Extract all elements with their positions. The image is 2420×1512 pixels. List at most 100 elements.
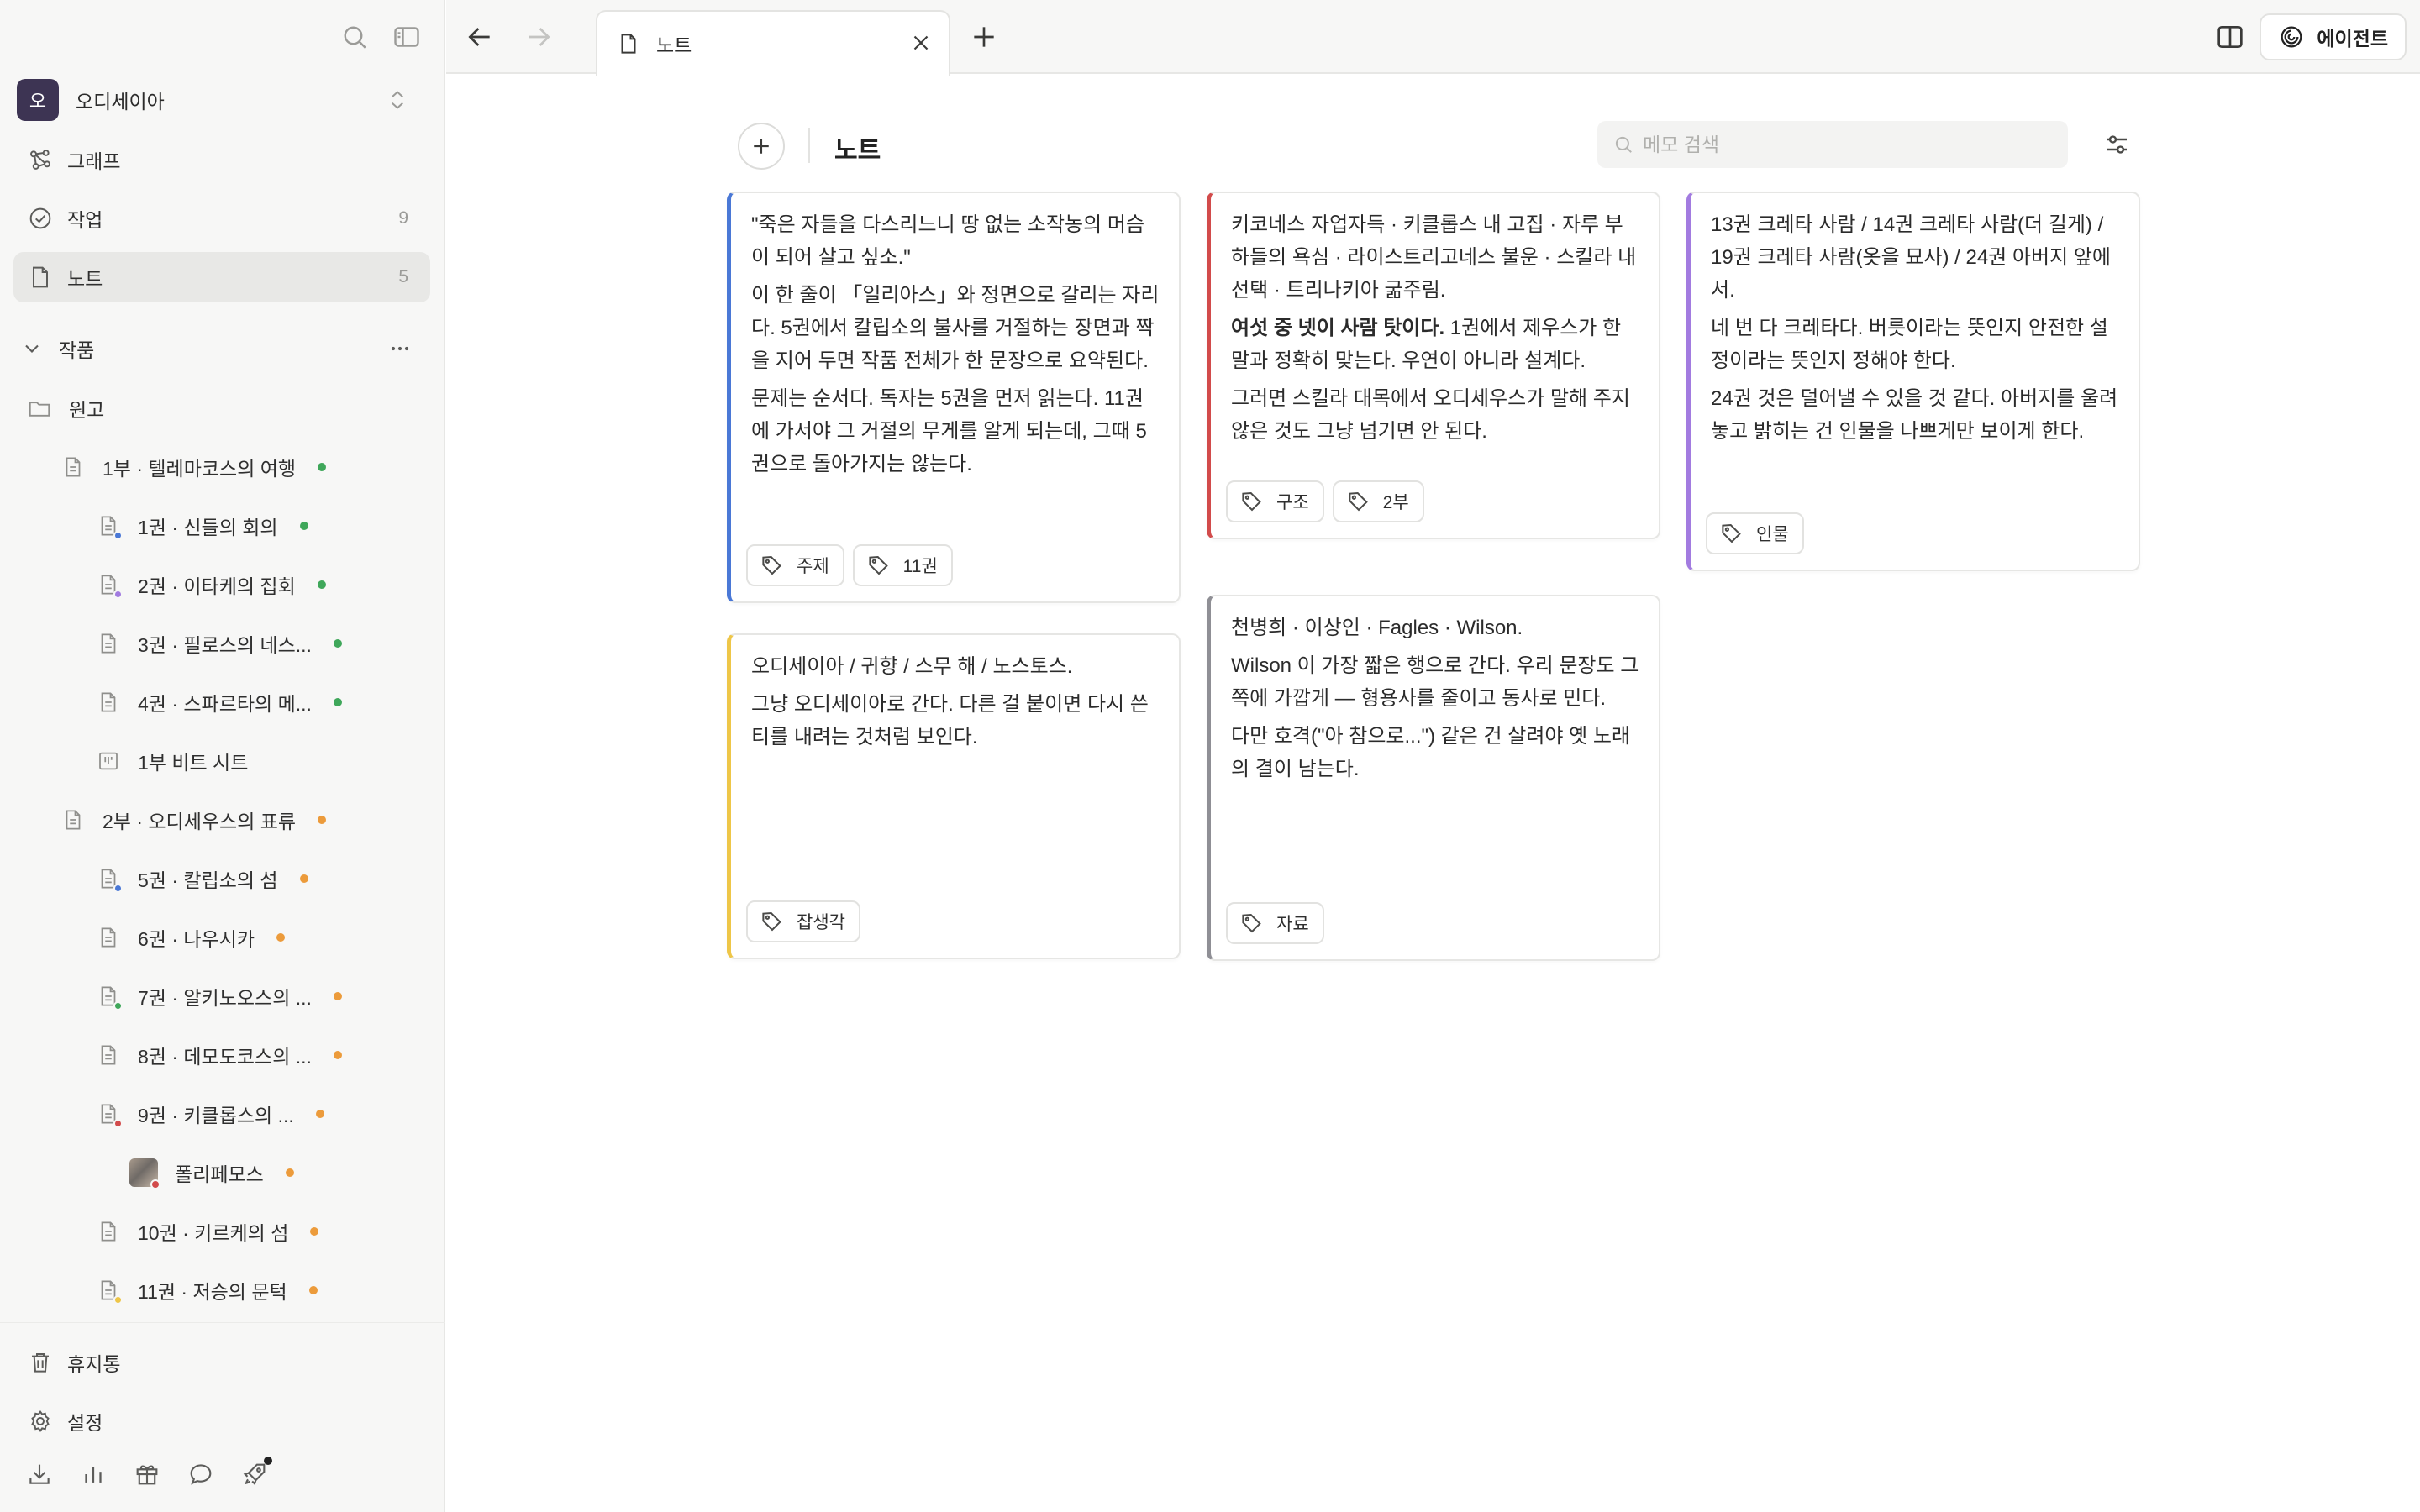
- chevron-down-icon[interactable]: [20, 337, 44, 360]
- document-icon: [96, 631, 121, 656]
- workspace-name: 오디세이아: [76, 91, 165, 113]
- new-tab-plus-icon[interactable]: [967, 20, 1001, 54]
- tree-item-book6[interactable]: 6권 · 나우시카: [96, 914, 286, 961]
- rocket-icon[interactable]: [240, 1457, 272, 1488]
- sidebar-item-count: 5: [398, 267, 408, 286]
- tag-icon: [760, 909, 785, 934]
- forward-arrow-icon[interactable]: [522, 20, 555, 54]
- note-card[interactable]: 오디세이아 / 귀향 / 스무 해 / 노스토스. 그냥 오디세이아로 간다. …: [727, 633, 1181, 959]
- tree-item-label: 원고: [69, 399, 105, 421]
- note-paragraph: 그냥 오디세이아로 간다. 다른 걸 붙이면 다시 쓴 티를 내려는 것처럼 보…: [751, 693, 1149, 748]
- tag-icon: [1346, 489, 1371, 514]
- search-input[interactable]: [1643, 133, 2046, 156]
- tag-chip[interactable]: 주제: [746, 544, 844, 586]
- bar-chart-icon[interactable]: [79, 1460, 108, 1488]
- note-card[interactable]: 13권 크레타 사람 / 14권 크레타 사람(더 길게) / 19권 크레타 …: [1686, 192, 2140, 571]
- section-label: 작품: [59, 339, 95, 361]
- tree-item-polyphemus[interactable]: 폴리페모스: [129, 1149, 294, 1196]
- document-icon: [96, 1278, 123, 1305]
- tree-item-label: 3권 · 필로스의 네스...: [138, 634, 312, 656]
- tree-item-label: 6권 · 나우시카: [138, 928, 255, 950]
- status-dot: [333, 698, 342, 706]
- add-note-button[interactable]: [738, 123, 785, 170]
- tree-item-book10[interactable]: 10권 · 키르케의 섬: [96, 1208, 319, 1255]
- tag-list: 잡생각: [746, 900, 860, 942]
- tree-item-part1[interactable]: 1부 · 텔레마코스의 여행: [60, 444, 327, 491]
- tree-item-beat-sheet[interactable]: 1부 비트 시트: [96, 738, 248, 785]
- status-dot: [299, 522, 308, 530]
- tree-folder-manuscript[interactable]: 원고: [27, 385, 104, 432]
- note-paragraph: 24권 것은 덜어낼 수 있을 것 같다. 아버지를 울려 놓고 밝히는 건 인…: [1711, 387, 2118, 443]
- note-paragraph: 네 번 다 크레타다. 버릇이라는 뜻인지 안전한 설정이라는 뜻인지 정해야 …: [1711, 317, 2108, 372]
- sidebar-toggle-icon[interactable]: [392, 22, 422, 52]
- chevron-up-down-icon: [385, 87, 410, 113]
- workspace-switcher[interactable]: 오 오디세이아: [17, 77, 429, 123]
- tag-chip[interactable]: 구조: [1226, 480, 1324, 522]
- agent-button-label: 에이전트: [2317, 28, 2388, 50]
- agent-button[interactable]: 에이전트: [2260, 13, 2407, 60]
- status-dot: [276, 933, 286, 942]
- tree-item-label: 9권 · 키클롭스의 ...: [138, 1105, 294, 1126]
- sidebar-item-notes[interactable]: 노트 5: [13, 252, 430, 302]
- sidebar-item-trash[interactable]: 휴지통: [13, 1339, 430, 1386]
- tree-item-book3[interactable]: 3권 · 필로스의 네스...: [96, 620, 342, 667]
- trash-icon: [27, 1349, 54, 1376]
- close-icon[interactable]: [908, 30, 934, 55]
- tag-list: 구조 2부: [1226, 480, 1424, 522]
- gift-icon[interactable]: [133, 1460, 161, 1488]
- document-icon: [60, 454, 86, 480]
- chat-icon[interactable]: [187, 1460, 215, 1488]
- more-icon[interactable]: [387, 335, 413, 362]
- tree-item-book2[interactable]: 2권 · 이타케의 집회: [96, 561, 326, 608]
- tag-label: 구조: [1276, 493, 1309, 512]
- sidebar-item-tasks[interactable]: 작업 9: [13, 193, 430, 244]
- title-divider: [808, 128, 810, 163]
- tag-label: 인물: [1756, 525, 1789, 544]
- note-paragraph: "죽은 자들을 다스리느니 땅 없는 소작농의 머슴이 되어 살고 싶소.": [751, 213, 1145, 269]
- sidebar-item-graph[interactable]: 그래프: [13, 134, 430, 185]
- tree-item-part2[interactable]: 2부 · 오디세우스의 표류: [60, 796, 327, 843]
- note-card[interactable]: 천병희 · 이상인 · Fagles · Wilson. Wilson 이 가장…: [1207, 595, 1660, 961]
- note-search[interactable]: [1597, 121, 2068, 168]
- tab-notes[interactable]: 노트: [596, 10, 950, 76]
- tree-item-label: 1부 비트 시트: [138, 752, 249, 774]
- note-paragraph: 오디세이아 / 귀향 / 스무 해 / 노스토스.: [751, 655, 1073, 678]
- tree-item-book8[interactable]: 8권 · 데모도코스의 ...: [96, 1032, 342, 1079]
- section-works-header[interactable]: 작품: [13, 328, 430, 370]
- tree-item-book9[interactable]: 9권 · 키클롭스의 ...: [96, 1090, 324, 1137]
- back-arrow-icon[interactable]: [463, 20, 497, 54]
- search-icon[interactable]: [339, 22, 370, 52]
- search-icon: [1612, 134, 1634, 155]
- status-dot: [315, 1110, 324, 1118]
- note-paragraph: 다만 호격("아 참으로...") 같은 건 살려야 옛 노래의 결이 남는다.: [1231, 725, 1631, 780]
- tree-item-book1[interactable]: 1권 · 신들의 회의: [96, 502, 308, 549]
- tag-label: 자료: [1276, 915, 1309, 934]
- note-paragraph: 여섯 중 넷이 사람 탓이다. 1권에서 제우스가 한 말과 정확히 맞는다. …: [1231, 312, 1640, 377]
- document-icon: [60, 807, 86, 832]
- note-paragraph: 문제는 순서다. 독자는 5권을 먼저 읽는다. 11권에 가서야 그 거절의 …: [751, 387, 1147, 475]
- tag-chip[interactable]: 인물: [1706, 512, 1804, 554]
- status-dot: [333, 992, 342, 1000]
- tree-item-label: 7권 · 알키노오스의 ...: [138, 987, 312, 1009]
- tree-item-book4[interactable]: 4권 · 스파르타의 메...: [96, 679, 342, 726]
- sidebar-item-settings[interactable]: 설정: [13, 1398, 430, 1445]
- note-card[interactable]: "죽은 자들을 다스리느니 땅 없는 소작농의 머슴이 되어 살고 싶소." 이…: [727, 192, 1181, 603]
- tree-item-label: 1권 · 신들의 회의: [138, 517, 278, 538]
- tree-item-book11[interactable]: 11권 · 저승의 문턱: [96, 1267, 318, 1314]
- tree-item-book7[interactable]: 7권 · 알키노오스의 ...: [96, 973, 342, 1020]
- tag-chip[interactable]: 2부: [1332, 480, 1424, 522]
- notification-dot: [264, 1457, 272, 1465]
- document-icon: [616, 31, 641, 56]
- agent-spiral-icon: [2278, 24, 2305, 50]
- tag-label: 잡생각: [797, 913, 845, 932]
- tag-chip[interactable]: 자료: [1226, 902, 1324, 944]
- note-card[interactable]: 키코네스 자업자득 · 키클롭스 내 고집 · 자루 부하들의 욕심 · 라이스…: [1207, 192, 1660, 539]
- tree-item-book5[interactable]: 5권 · 칼립소의 섬: [96, 855, 308, 902]
- split-view-icon[interactable]: [2213, 20, 2247, 54]
- tag-chip[interactable]: 잡생각: [746, 900, 860, 942]
- filter-sliders-icon[interactable]: [2102, 129, 2132, 160]
- status-dot: [317, 580, 326, 589]
- download-icon[interactable]: [25, 1460, 54, 1488]
- tag-label: 11권: [902, 557, 938, 576]
- tag-chip[interactable]: 11권: [852, 544, 953, 586]
